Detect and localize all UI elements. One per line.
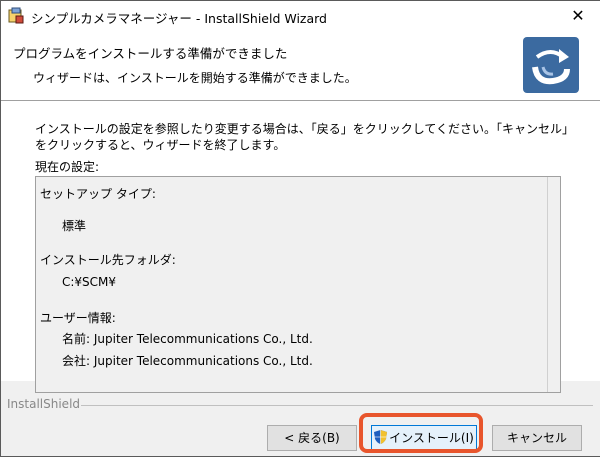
- installshield-brand-label: InstallShield: [7, 397, 81, 411]
- user-info-label: ユーザー情報:: [40, 311, 116, 325]
- install-folder-value: C:¥SCM¥: [62, 275, 117, 289]
- close-icon[interactable]: ✕: [556, 1, 600, 31]
- header-subtitle: ウィザードは、インストールを開始する準備ができました。: [33, 71, 357, 85]
- user-name-value: 名前: Jupiter Telecommunications Co., Ltd.: [62, 332, 313, 346]
- title-bar: シンプルカメラマネージャー - InstallShield Wizard ✕: [1, 1, 600, 31]
- window-title: シンプルカメラマネージャー - InstallShield Wizard: [31, 11, 327, 26]
- install-folder-label: インストール先フォルダ:: [40, 253, 176, 267]
- wizard-header: プログラムをインストールする準備ができました ウィザードは、インストールを開始す…: [1, 31, 600, 101]
- settings-scrollbar[interactable]: [547, 177, 560, 392]
- installer-window: シンプルカメラマネージャー - InstallShield Wizard ✕ プ…: [0, 0, 600, 457]
- installer-app-icon: [8, 7, 24, 24]
- instructions-text: インストールの設定を参照したり変更する場合は、「戻る」をクリックしてください。「…: [35, 122, 575, 152]
- header-title: プログラムをインストールする準備ができました: [13, 46, 288, 61]
- setup-type-label: セットアップ タイプ:: [40, 187, 156, 201]
- back-button[interactable]: < 戻る(B): [267, 425, 357, 451]
- footer-divider: [81, 405, 593, 406]
- setup-type-value: 標準: [62, 219, 87, 233]
- cancel-button[interactable]: キャンセル: [492, 425, 582, 451]
- wizard-content: インストールの設定を参照したり変更する場合は、「戻る」をクリックしてください。「…: [1, 101, 600, 393]
- install-button-highlight: [359, 413, 483, 453]
- company-value: 会社: Jupiter Telecommunications Co., Ltd.: [62, 354, 313, 368]
- installshield-logo-icon: [523, 37, 579, 93]
- settings-summary-box[interactable]: セットアップ タイプ: 標準 インストール先フォルダ: C:¥SCM¥ ユーザー…: [35, 176, 561, 393]
- current-settings-label: 現在の設定:: [35, 160, 100, 174]
